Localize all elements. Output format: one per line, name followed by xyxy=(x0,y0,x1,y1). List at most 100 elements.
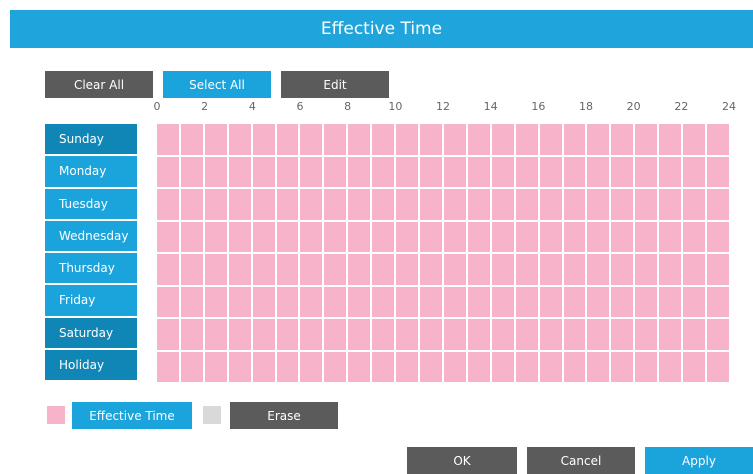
schedule-cell[interactable] xyxy=(467,189,490,220)
schedule-cell[interactable] xyxy=(372,124,395,155)
schedule-cell[interactable] xyxy=(252,189,275,220)
schedule-cell[interactable] xyxy=(324,319,347,350)
schedule-cell[interactable] xyxy=(683,124,706,155)
schedule-cell[interactable] xyxy=(611,286,634,317)
schedule-cell[interactable] xyxy=(611,156,634,187)
schedule-cell[interactable] xyxy=(707,189,729,220)
schedule-cell[interactable] xyxy=(467,124,490,155)
select-all-button[interactable]: Select All xyxy=(163,71,271,98)
schedule-cell[interactable] xyxy=(659,189,682,220)
schedule-cell[interactable] xyxy=(587,254,610,285)
schedule-cell[interactable] xyxy=(515,124,538,155)
schedule-cell[interactable] xyxy=(659,319,682,350)
schedule-cell[interactable] xyxy=(348,156,371,187)
schedule-cell[interactable] xyxy=(659,221,682,252)
schedule-cell[interactable] xyxy=(252,156,275,187)
schedule-cell[interactable] xyxy=(420,156,442,187)
schedule-cell[interactable] xyxy=(539,189,562,220)
schedule-cell[interactable] xyxy=(180,254,203,285)
schedule-cell[interactable] xyxy=(396,156,419,187)
schedule-cell[interactable] xyxy=(707,319,729,350)
schedule-cell[interactable] xyxy=(491,254,514,285)
schedule-cell[interactable] xyxy=(252,319,275,350)
schedule-cell[interactable] xyxy=(252,351,275,382)
schedule-cell[interactable] xyxy=(180,189,203,220)
schedule-cell[interactable] xyxy=(348,221,371,252)
schedule-cell[interactable] xyxy=(491,189,514,220)
day-label-wednesday[interactable]: Wednesday xyxy=(45,220,137,251)
schedule-cell[interactable] xyxy=(157,221,179,252)
schedule-cell[interactable] xyxy=(467,351,490,382)
schedule-cell[interactable] xyxy=(467,221,490,252)
schedule-cell[interactable] xyxy=(300,189,323,220)
schedule-cell[interactable] xyxy=(491,286,514,317)
schedule-cell[interactable] xyxy=(443,124,466,155)
schedule-cell[interactable] xyxy=(276,286,299,317)
schedule-cell[interactable] xyxy=(180,221,203,252)
schedule-cell[interactable] xyxy=(443,319,466,350)
day-label-monday[interactable]: Monday xyxy=(45,156,137,187)
schedule-cell[interactable] xyxy=(372,254,395,285)
schedule-cell[interactable] xyxy=(420,286,442,317)
schedule-cell[interactable] xyxy=(587,351,610,382)
schedule-cell[interactable] xyxy=(348,351,371,382)
schedule-cell[interactable] xyxy=(539,221,562,252)
schedule-cell[interactable] xyxy=(252,254,275,285)
schedule-cell[interactable] xyxy=(683,189,706,220)
schedule-cell[interactable] xyxy=(707,351,729,382)
day-label-thursday[interactable]: Thursday xyxy=(45,253,137,284)
schedule-cell[interactable] xyxy=(276,351,299,382)
schedule-cell[interactable] xyxy=(180,124,203,155)
schedule-cell[interactable] xyxy=(635,124,658,155)
schedule-cell[interactable] xyxy=(348,286,371,317)
schedule-cell[interactable] xyxy=(420,351,442,382)
schedule-cell[interactable] xyxy=(420,124,442,155)
schedule-cell[interactable] xyxy=(300,156,323,187)
schedule-cell[interactable] xyxy=(396,319,419,350)
schedule-cell[interactable] xyxy=(348,254,371,285)
schedule-cell[interactable] xyxy=(467,319,490,350)
schedule-cell[interactable] xyxy=(539,124,562,155)
schedule-cell[interactable] xyxy=(491,351,514,382)
schedule-cell[interactable] xyxy=(683,286,706,317)
schedule-cell[interactable] xyxy=(157,124,179,155)
schedule-cell[interactable] xyxy=(228,286,251,317)
schedule-cell[interactable] xyxy=(228,124,251,155)
schedule-cell[interactable] xyxy=(157,189,179,220)
schedule-cell[interactable] xyxy=(348,319,371,350)
schedule-cell[interactable] xyxy=(420,221,442,252)
schedule-cell[interactable] xyxy=(276,189,299,220)
schedule-cell[interactable] xyxy=(324,254,347,285)
schedule-cell[interactable] xyxy=(587,319,610,350)
schedule-cell[interactable] xyxy=(396,351,419,382)
schedule-cell[interactable] xyxy=(491,221,514,252)
schedule-cell[interactable] xyxy=(324,351,347,382)
schedule-cell[interactable] xyxy=(300,124,323,155)
schedule-cell[interactable] xyxy=(204,124,227,155)
schedule-cell[interactable] xyxy=(683,319,706,350)
schedule-cell[interactable] xyxy=(707,124,729,155)
schedule-cell[interactable] xyxy=(611,351,634,382)
effective-time-button[interactable]: Effective Time xyxy=(72,402,192,429)
schedule-cell[interactable] xyxy=(228,221,251,252)
day-label-holiday[interactable]: Holiday xyxy=(45,349,137,380)
schedule-cell[interactable] xyxy=(659,254,682,285)
schedule-cell[interactable] xyxy=(611,254,634,285)
schedule-cell[interactable] xyxy=(180,156,203,187)
schedule-cell[interactable] xyxy=(348,189,371,220)
schedule-cell[interactable] xyxy=(396,124,419,155)
effective-time-swatch[interactable] xyxy=(47,406,65,424)
schedule-cell[interactable] xyxy=(157,351,179,382)
schedule-cell[interactable] xyxy=(635,286,658,317)
schedule-cell[interactable] xyxy=(228,351,251,382)
schedule-cell[interactable] xyxy=(276,221,299,252)
schedule-cell[interactable] xyxy=(635,221,658,252)
schedule-cell[interactable] xyxy=(420,254,442,285)
schedule-cell[interactable] xyxy=(396,254,419,285)
schedule-cell[interactable] xyxy=(563,156,586,187)
schedule-cell[interactable] xyxy=(157,286,179,317)
schedule-cell[interactable] xyxy=(372,221,395,252)
schedule-cell[interactable] xyxy=(587,286,610,317)
day-label-tuesday[interactable]: Tuesday xyxy=(45,188,137,219)
schedule-cell[interactable] xyxy=(611,221,634,252)
